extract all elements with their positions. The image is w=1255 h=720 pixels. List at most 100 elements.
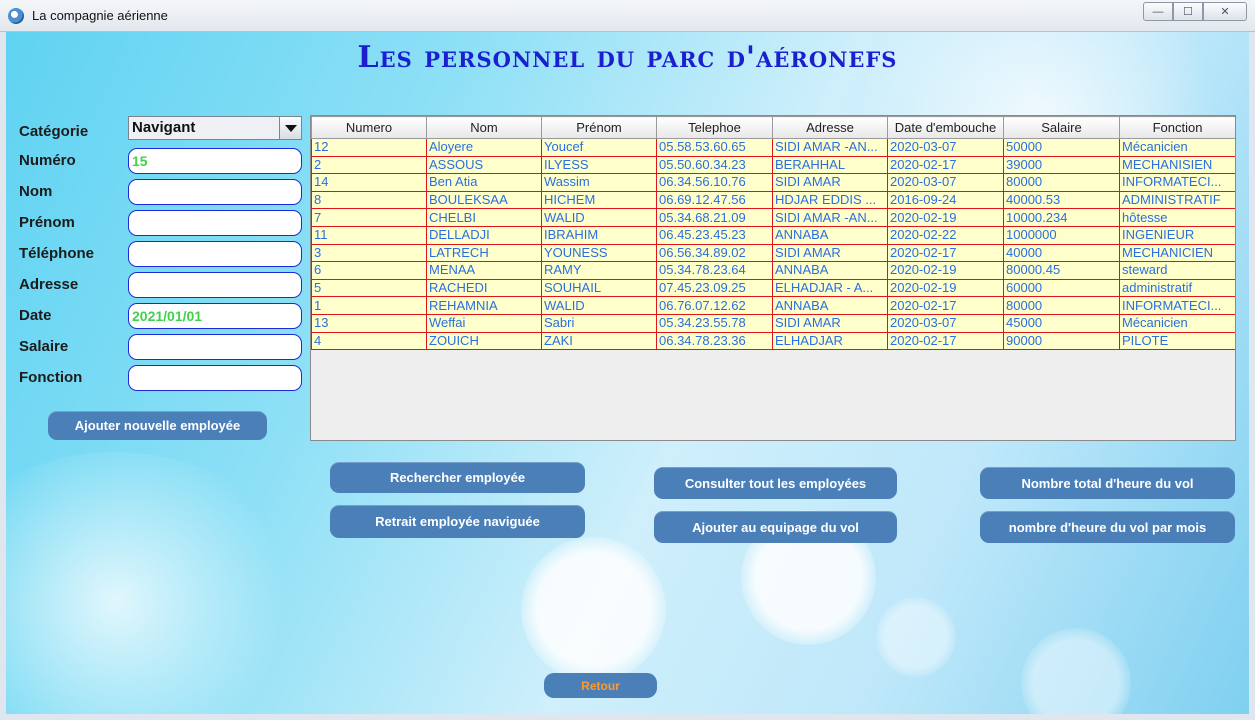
table-cell: ANNABA (772, 296, 888, 315)
table-cell: 06.34.56.10.76 (656, 173, 773, 192)
table-row[interactable]: 8 BOULEKSAA HICHEM 06.69.12.47.56 HDJAR EDDI… (311, 190, 1235, 210)
telephone-label: Téléphone (19, 245, 95, 262)
numero-label: Numéro (19, 152, 76, 169)
table-row[interactable]: 11 DELLADJI IBRAHIM 06.45.23.45.23 ANNABA 202… (311, 225, 1235, 245)
table-cell: 05.34.78.23.64 (656, 261, 773, 280)
nom-label: Nom (19, 183, 53, 200)
table-cell: SIDI AMAR (772, 243, 888, 263)
minimize-button[interactable]: — (1143, 2, 1173, 21)
page-title: Les personnel du parc d'aéronefs (357, 40, 898, 75)
add-to-flight-crew-button[interactable]: Ajouter au equipage du vol (654, 511, 897, 543)
table-cell: MENAA (426, 261, 542, 280)
table-row[interactable]: 14 Ben Atia Wassim 06.34.56.10.76 SIDI AMAR 2… (311, 173, 1235, 192)
table-cell: 39000 (1003, 155, 1120, 175)
column-header[interactable]: Adresse (772, 116, 888, 139)
table-cell: ZAKI (541, 331, 657, 351)
total-flight-hours-button[interactable]: Nombre total d'heure du vol (980, 467, 1235, 499)
salaire-field[interactable] (128, 334, 302, 360)
nom-field[interactable] (128, 179, 302, 205)
table-cell: 11 (311, 225, 427, 245)
table-cell: 2016-09-24 (887, 190, 1004, 210)
table-cell: 06.56.34.89.02 (656, 243, 773, 263)
table-row[interactable]: 4 ZOUICH ZAKI 06.34.78.23.36 ELHADJAR 2020-02… (311, 331, 1235, 351)
table-cell: 80000 (1003, 173, 1120, 192)
table-cell: WALID (541, 208, 657, 227)
table-cell: RACHEDI (426, 278, 542, 298)
table-row[interactable]: 3 LATRECH YOUNESS 06.56.34.89.02 SIDI AMAR 20… (311, 243, 1235, 263)
table-cell: 05.50.60.34.23 (656, 155, 773, 175)
column-header[interactable]: Fonction (1119, 116, 1235, 139)
chevron-down-icon[interactable] (279, 117, 301, 139)
table-cell: 2020-02-17 (887, 155, 1004, 175)
table-cell: 2020-02-22 (887, 225, 1004, 245)
prenom-field[interactable] (128, 210, 302, 236)
view-all-employees-button[interactable]: Consulter tout les employées (654, 467, 897, 499)
table-cell: SIDI AMAR (772, 173, 888, 192)
salaire-label: Salaire (19, 338, 69, 355)
main-panel: Les personnel du parc d'aéronefs Catégor… (6, 32, 1249, 714)
column-header[interactable]: Telephoe (656, 116, 773, 139)
table-cell: hôtesse (1119, 208, 1235, 227)
table-cell: 2020-02-19 (887, 261, 1004, 280)
table-cell: ZOUICH (426, 331, 542, 351)
column-header[interactable]: Prénom (541, 116, 657, 139)
background-bubble (521, 537, 666, 682)
table-cell: DELLADJI (426, 225, 542, 245)
maximize-button[interactable]: ☐ (1173, 2, 1203, 21)
monthly-flight-hours-button[interactable]: nombre d'heure du vol par mois (980, 511, 1235, 543)
table-cell: 07.45.23.09.25 (656, 278, 773, 298)
telephone-field[interactable] (128, 241, 302, 267)
back-button[interactable]: Retour (544, 673, 657, 698)
table-cell: SIDI AMAR -AN... (772, 208, 888, 227)
table-cell: 40000 (1003, 243, 1120, 263)
close-button[interactable]: ✕ (1203, 2, 1247, 21)
table-cell: 2 (311, 155, 427, 175)
table-row[interactable]: 1 REHAMNIA WALID 06.76.07.12.62 ANNABA 2020-0… (311, 296, 1235, 315)
table-cell: BOULEKSAA (426, 190, 542, 210)
adresse-field[interactable] (128, 272, 302, 298)
table-cell: CHELBI (426, 208, 542, 227)
table-cell: 2020-02-17 (887, 243, 1004, 263)
column-header[interactable]: Numero (311, 116, 427, 139)
table-row[interactable]: 7 CHELBI WALID 05.34.68.21.09 SIDI AMAR -AN.… (311, 208, 1235, 227)
background-bubble (1021, 628, 1131, 714)
table-cell: HICHEM (541, 190, 657, 210)
table-row[interactable]: 13 Weffai Sabri 05.34.23.55.78 SIDI AMAR 2020… (311, 313, 1235, 333)
date-label: Date (19, 307, 52, 324)
add-employee-button[interactable]: Ajouter nouvelle employée (48, 411, 267, 440)
table-cell: 06.76.07.12.62 (656, 296, 773, 315)
table-cell: IBRAHIM (541, 225, 657, 245)
column-header[interactable]: Nom (426, 116, 542, 139)
table-cell: 4 (311, 331, 427, 351)
numero-field[interactable]: 15 (128, 148, 302, 174)
table-cell: 2020-03-07 (887, 138, 1004, 157)
search-employee-button[interactable]: Rechercher employée (330, 462, 585, 493)
table-row[interactable]: 6 MENAA RAMY 05.34.78.23.64 ANNABA 2020-02-19… (311, 261, 1235, 280)
column-header[interactable]: Salaire (1003, 116, 1120, 139)
column-header[interactable]: Date d'embouche (887, 116, 1004, 139)
table-cell: INFORMATECI... (1119, 296, 1235, 315)
table-cell: 90000 (1003, 331, 1120, 351)
table-cell: Mécanicien (1119, 313, 1235, 333)
table-row[interactable]: 2 ASSOUS ILYESS 05.50.60.34.23 BERAHHAL 2020-… (311, 155, 1235, 175)
table-cell: 05.58.53.60.65 (656, 138, 773, 157)
table-header-row: Numero Nom Prénom Telephoe Adresse Date … (311, 116, 1235, 139)
table-cell: 2020-02-19 (887, 278, 1004, 298)
table-cell: 80000.45 (1003, 261, 1120, 280)
table-cell: 13 (311, 313, 427, 333)
window-title: La compagnie aérienne (32, 8, 168, 23)
employees-table[interactable]: Numero Nom Prénom Telephoe Adresse Date … (310, 115, 1236, 441)
table-cell: 1 (311, 296, 427, 315)
table-cell: ELHADJAR (772, 331, 888, 351)
table-cell: YOUNESS (541, 243, 657, 263)
remove-crew-employee-button[interactable]: Retrait employée naviguée (330, 505, 585, 538)
table-cell: ILYESS (541, 155, 657, 175)
categorie-select[interactable]: Navigant (128, 116, 302, 140)
table-cell: INFORMATECI... (1119, 173, 1235, 192)
date-field[interactable]: 2021/01/01 (128, 303, 302, 329)
fonction-field[interactable] (128, 365, 302, 391)
table-row[interactable]: 12 Aloyere Youcef 05.58.53.60.65 SIDI AMAR -… (311, 138, 1235, 157)
table-cell: 2020-02-17 (887, 331, 1004, 351)
table-row[interactable]: 5 RACHEDI SOUHAIL 07.45.23.09.25 ELHADJAR - … (311, 278, 1235, 298)
window-titlebar: La compagnie aérienne — ☐ ✕ (0, 0, 1255, 32)
